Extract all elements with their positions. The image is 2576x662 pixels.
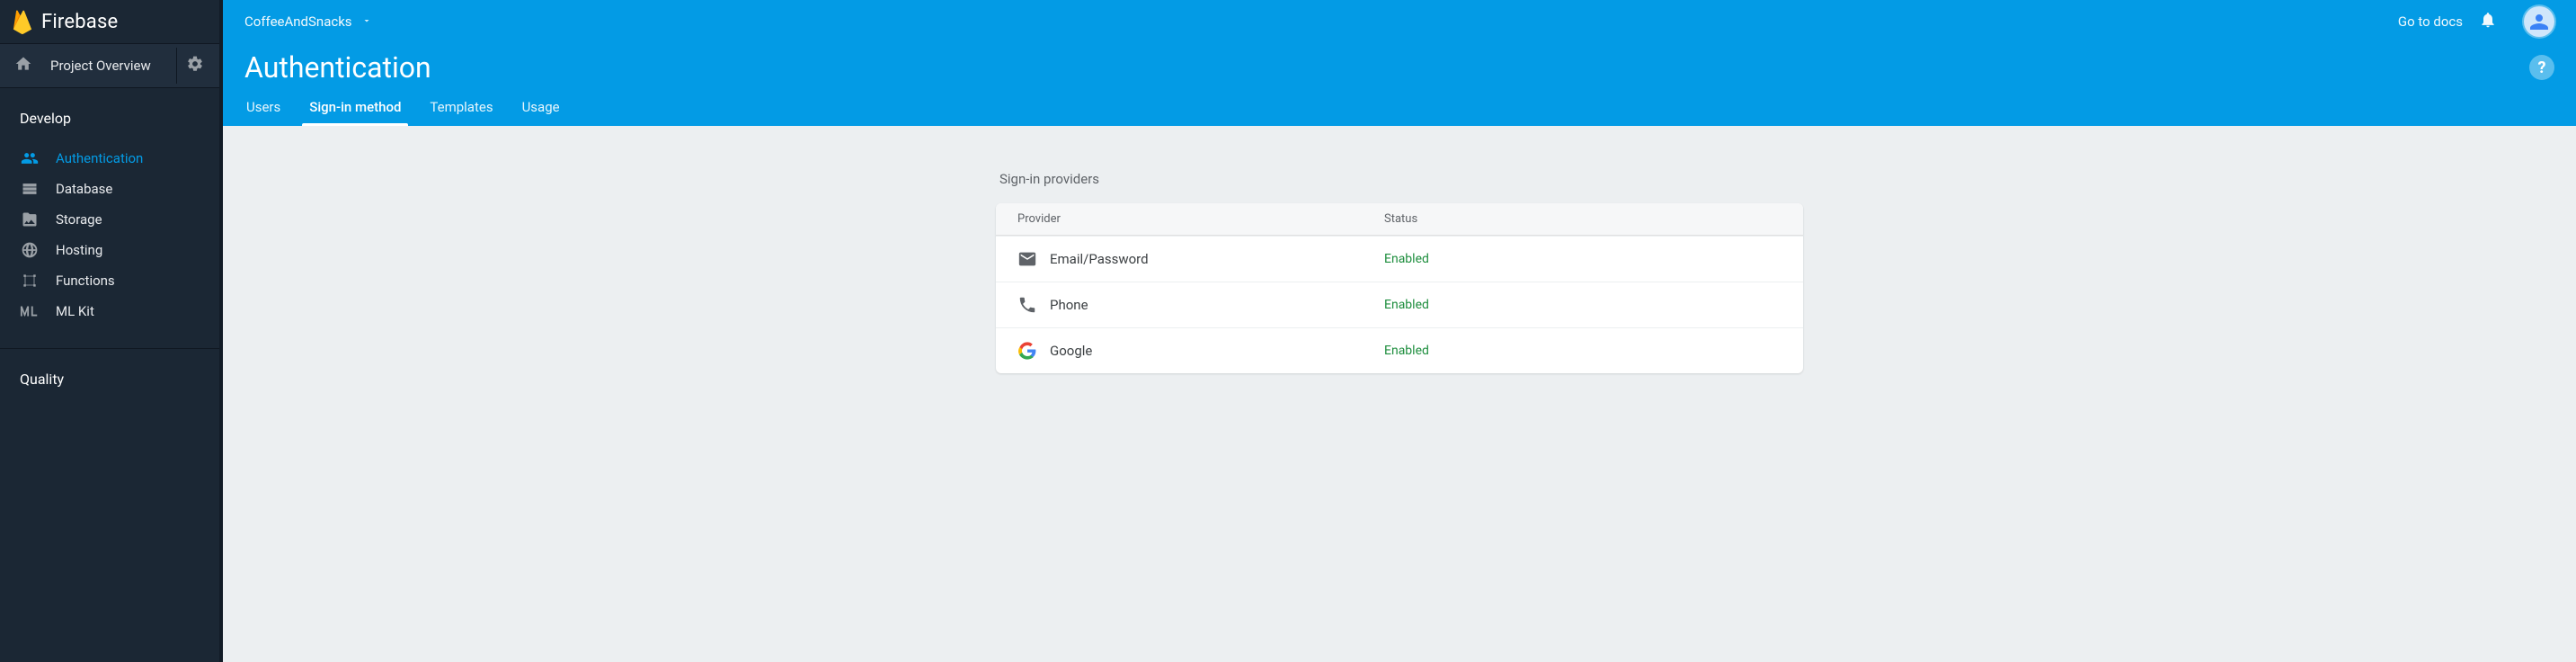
section-title-signin-providers: Sign-in providers — [999, 171, 1803, 187]
tab-usage[interactable]: Usage — [520, 90, 562, 126]
db-icon — [20, 180, 40, 198]
project-selector[interactable]: CoffeeAndSnacks — [244, 13, 372, 30]
content: Sign-in providers Provider Status Email/… — [223, 126, 2576, 662]
provider-name: Google — [1050, 343, 1092, 359]
provider-status: Enabled — [1384, 252, 1781, 266]
provider-status: Enabled — [1384, 344, 1781, 358]
notifications-button[interactable] — [2477, 11, 2499, 32]
providers-table-head: Provider Status — [996, 203, 1803, 236]
topbar: CoffeeAndSnacks Go to docs — [223, 0, 2576, 43]
avatar[interactable] — [2524, 6, 2554, 37]
sidebar-item-mlkit[interactable]: ML Kit — [0, 296, 219, 327]
folder-icon — [20, 210, 40, 228]
sidebar-item-storage[interactable]: Storage — [0, 204, 219, 235]
provider-name: Email/Password — [1050, 251, 1149, 267]
main: CoffeeAndSnacks Go to docs Authent — [223, 0, 2576, 662]
docs-link[interactable]: Go to docs — [2398, 13, 2463, 30]
page-title: Authentication — [244, 50, 431, 85]
home-icon — [14, 55, 32, 76]
provider-name: Phone — [1050, 297, 1088, 313]
firebase-logo-icon — [13, 9, 32, 34]
google-icon — [1017, 341, 1037, 361]
section-title-quality: Quality — [0, 349, 219, 404]
sidebar-item-hosting[interactable]: Hosting — [0, 235, 219, 265]
sidebar: Firebase Project Overview Develop Authen… — [0, 0, 223, 662]
bell-icon — [2479, 11, 2497, 32]
header: CoffeeAndSnacks Go to docs Authent — [223, 0, 2576, 126]
section-title-develop: Develop — [0, 88, 219, 143]
gear-icon — [186, 55, 204, 76]
tab-label: Users — [246, 99, 280, 115]
provider-row-email[interactable]: Email/Password Enabled — [996, 236, 1803, 282]
tab-templates[interactable]: Templates — [428, 90, 494, 126]
help-button[interactable]: ? — [2529, 55, 2554, 80]
chevron-down-icon — [361, 13, 372, 30]
tabs: Users Sign-in method Templates Usage — [223, 90, 2576, 126]
sidebar-project-overview[interactable]: Project Overview — [0, 43, 219, 88]
column-header-status: Status — [1384, 212, 1781, 226]
sidebar-item-authentication[interactable]: Authentication — [0, 143, 219, 174]
sidebar-item-database[interactable]: Database — [0, 174, 219, 204]
sidebar-item-label: ML Kit — [56, 303, 94, 319]
sidebar-item-functions[interactable]: Functions — [0, 265, 219, 296]
settings-button[interactable] — [176, 48, 212, 84]
sidebar-item-label: Hosting — [56, 242, 102, 258]
tab-users[interactable]: Users — [244, 90, 282, 126]
sidebar-item-label: Storage — [56, 211, 102, 228]
sidebar-item-label: Database — [56, 181, 112, 197]
brand-name: Firebase — [41, 11, 118, 33]
mail-icon — [1017, 249, 1037, 269]
provider-row-google[interactable]: Google Enabled — [996, 327, 1803, 373]
sidebar-list-develop: Authentication Database Storage Hosting — [0, 143, 219, 327]
project-overview-label: Project Overview — [50, 58, 169, 74]
sidebar-item-label: Functions — [56, 273, 115, 289]
tab-signin-method[interactable]: Sign-in method — [307, 90, 403, 126]
tab-label: Templates — [430, 99, 493, 115]
provider-row-phone[interactable]: Phone Enabled — [996, 282, 1803, 327]
project-name: CoffeeAndSnacks — [244, 13, 352, 30]
column-header-provider: Provider — [1017, 212, 1384, 226]
phone-icon — [1017, 295, 1037, 315]
tab-label: Sign-in method — [309, 99, 401, 115]
globe-icon — [20, 241, 40, 259]
logo-row[interactable]: Firebase — [0, 0, 219, 43]
tab-label: Usage — [522, 99, 560, 115]
people-icon — [20, 149, 40, 167]
provider-status: Enabled — [1384, 298, 1781, 312]
ml-icon — [20, 305, 40, 318]
help-icon: ? — [2538, 58, 2546, 77]
providers-card: Provider Status Email/Password Enabled — [996, 203, 1803, 373]
sidebar-item-label: Authentication — [56, 150, 143, 166]
fn-icon — [20, 272, 40, 290]
title-row: Authentication ? — [223, 43, 2576, 90]
